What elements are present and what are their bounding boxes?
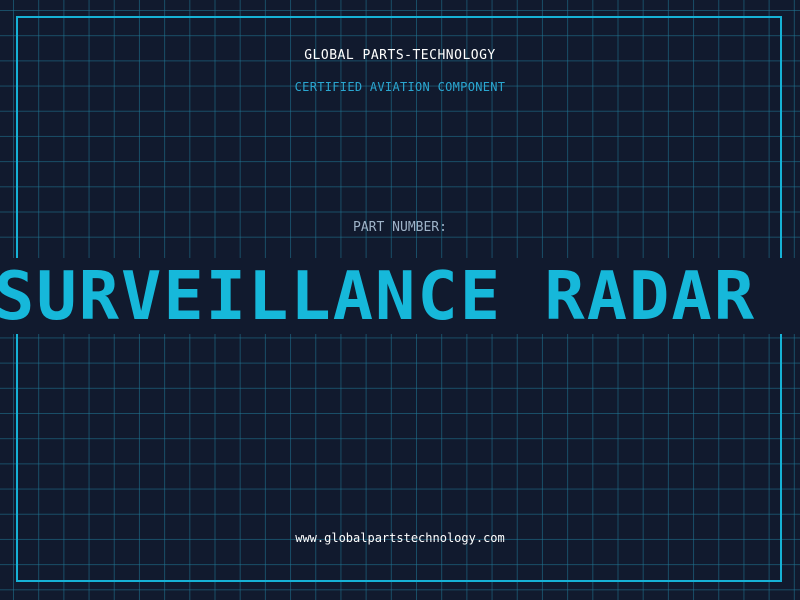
website-url: www.globalpartstechnology.com	[295, 531, 505, 545]
part-number-band: SURVEILLANCE RADAR	[0, 258, 800, 334]
certification-tagline: CERTIFIED AVIATION COMPONENT	[294, 80, 506, 94]
company-name: GLOBAL PARTS-TECHNOLOGY	[304, 48, 496, 63]
part-number-label: PART NUMBER:	[353, 220, 447, 235]
part-number-value: SURVEILLANCE RADAR	[0, 258, 757, 334]
